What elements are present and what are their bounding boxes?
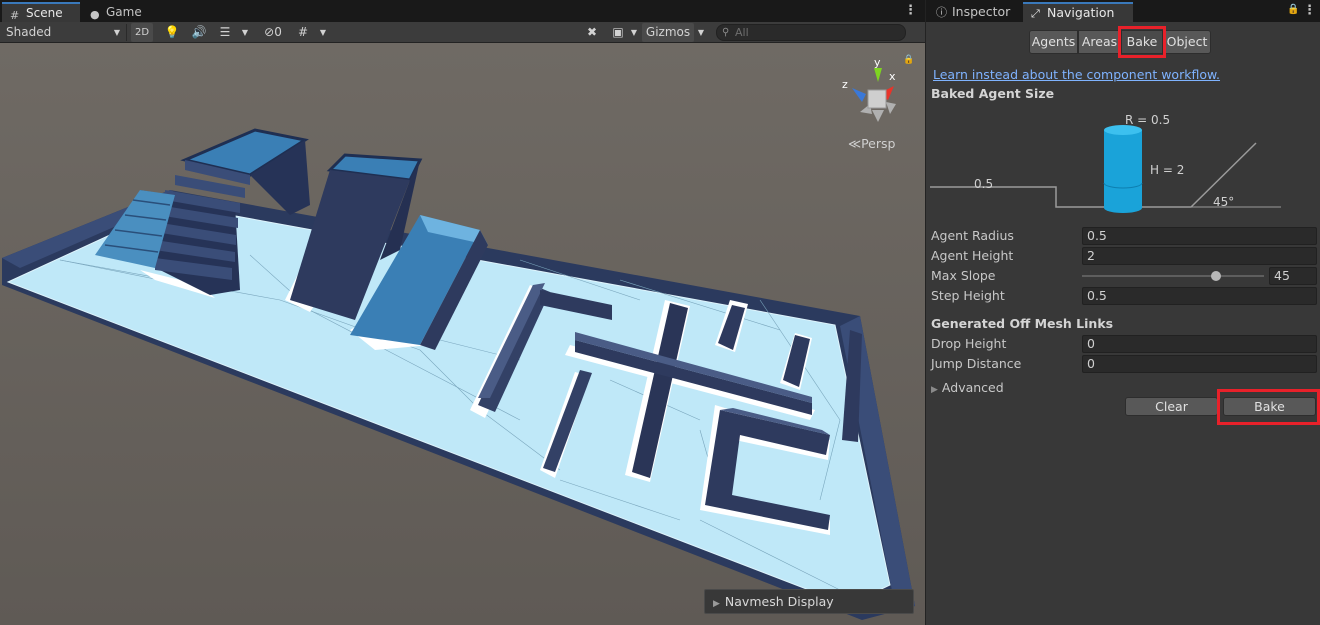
- orientation-gizmo[interactable]: y x z: [836, 56, 916, 138]
- slider-track: [1082, 275, 1264, 277]
- eye-slash-icon: ⊘: [264, 25, 275, 39]
- agent-diagram-graphic: [930, 125, 1281, 213]
- projection-toggle[interactable]: ≪Persp: [848, 136, 895, 151]
- jump-distance-label: Jump Distance: [931, 356, 1022, 371]
- info-icon: ⓘ: [936, 6, 947, 19]
- axis-z-label: z: [842, 78, 848, 91]
- section-areas[interactable]: Areas: [1078, 30, 1121, 54]
- max-slope-label: Max Slope: [931, 268, 996, 283]
- navigation-panel: ⓘ Inspector ⤢ Navigation 🔒 ⋮ Agents Area…: [925, 0, 1320, 625]
- lighting-icon[interactable]: 💡: [162, 23, 182, 42]
- off-mesh-links-title: Generated Off Mesh Links: [931, 316, 1114, 331]
- tab-game[interactable]: ● Game: [82, 2, 152, 22]
- camera-dropdown-icon[interactable]: ▼: [628, 23, 640, 42]
- tab-game-label: Game: [106, 5, 142, 19]
- jump-distance-field[interactable]: 0: [1082, 355, 1317, 373]
- tab-navigation[interactable]: ⤢ Navigation: [1023, 2, 1133, 22]
- step-height-field[interactable]: 0.5: [1082, 287, 1317, 305]
- slope-label: 45°: [1213, 195, 1235, 209]
- agent-radius-field[interactable]: 0.5: [1082, 227, 1317, 245]
- toggle-2d-button[interactable]: 2D: [131, 23, 153, 42]
- drop-height-field[interactable]: 0: [1082, 335, 1317, 353]
- gizmos-dropdown-icon[interactable]: ▼: [694, 23, 708, 42]
- effects-dropdown-icon[interactable]: ▼: [238, 23, 252, 42]
- search-icon: ⚲: [722, 27, 730, 38]
- chevron-down-icon: ▼: [113, 28, 120, 37]
- section-agents[interactable]: Agents: [1029, 30, 1078, 54]
- clear-button[interactable]: Clear: [1125, 397, 1218, 416]
- tab-scene-label: Scene: [26, 6, 63, 20]
- shading-mode-label: Shaded: [6, 25, 52, 39]
- advanced-foldout[interactable]: ▶ Advanced: [931, 380, 1004, 395]
- grid-dropdown-icon[interactable]: ▼: [316, 23, 330, 42]
- scene-menu-icon[interactable]: ⋮: [904, 4, 917, 18]
- radius-label: R = 0.5: [1125, 113, 1171, 127]
- audio-icon[interactable]: 🔊: [189, 23, 209, 42]
- tools-icon[interactable]: ✖: [582, 23, 602, 42]
- workflow-link[interactable]: Learn instead about the component workfl…: [933, 67, 1220, 82]
- search-placeholder: All: [735, 26, 749, 39]
- tab-inspector[interactable]: ⓘ Inspector: [928, 2, 1022, 22]
- expand-arrow-icon: ▶: [713, 599, 720, 609]
- step-label: 0.5: [974, 177, 994, 191]
- max-slope-slider[interactable]: [1082, 267, 1264, 285]
- gizmos-button[interactable]: Gizmos: [642, 23, 694, 42]
- grid-snap-icon[interactable]: #: [294, 23, 312, 42]
- persp-icon: ≪: [848, 136, 862, 151]
- height-label: H = 2: [1150, 163, 1185, 177]
- lock-icon[interactable]: 🔒: [1287, 4, 1299, 15]
- step-height-label: Step Height: [931, 288, 1005, 303]
- tab-scene[interactable]: # Scene: [2, 2, 80, 22]
- agent-radius-label: Agent Radius: [931, 228, 1014, 243]
- tab-inspector-label: Inspector: [952, 4, 1011, 19]
- advanced-label: Advanced: [941, 380, 1004, 395]
- tab-navigation-label: Navigation: [1047, 5, 1115, 20]
- scene-toolbar: Shaded ▼ 2D 💡 🔊 ☰ ▼ ⊘0 # ▼ ✖ ▣ ▼ Gizmos …: [0, 22, 925, 43]
- section-object[interactable]: Object: [1163, 30, 1211, 54]
- effects-icon[interactable]: ☰: [214, 23, 236, 42]
- baked-agent-size-title: Baked Agent Size: [931, 86, 1055, 101]
- navmesh-display-overlay[interactable]: ▶ Navmesh Display: [704, 589, 914, 614]
- max-slope-field[interactable]: 45: [1269, 267, 1317, 285]
- foldout-arrow-icon: ▶: [931, 385, 938, 395]
- scene-tabbar: # Scene ● Game ⋮: [0, 0, 925, 22]
- projection-label: Persp: [861, 136, 896, 151]
- drop-height-label: Drop Height: [931, 336, 1007, 351]
- navmesh-display-label: Navmesh Display: [724, 594, 834, 609]
- agent-size-diagram: R = 0.5 H = 2 0.5 45°: [926, 105, 1320, 220]
- scene-visibility-button[interactable]: ⊘0: [258, 23, 288, 42]
- slider-thumb[interactable]: [1211, 271, 1221, 281]
- agent-height-label: Agent Height: [931, 248, 1014, 263]
- panel-menu-icon[interactable]: ⋮: [1303, 4, 1316, 18]
- agent-height-field[interactable]: 2: [1082, 247, 1317, 265]
- axis-x-label: x: [889, 70, 896, 83]
- bake-tab-highlight: [1118, 26, 1166, 58]
- navigation-tabbar: ⓘ Inspector ⤢ Navigation 🔒 ⋮: [926, 0, 1320, 22]
- lock-icon[interactable]: 🔒: [903, 55, 914, 65]
- scene-search-input[interactable]: ⚲ All: [716, 24, 906, 41]
- shading-mode-dropdown[interactable]: Shaded ▼: [6, 23, 124, 42]
- scene-render: [0, 43, 925, 625]
- axis-gizmo-graphic: [852, 68, 896, 122]
- camera-icon[interactable]: ▣: [608, 23, 628, 42]
- hidden-count: 0: [274, 25, 282, 39]
- scene-panel: # Scene ● Game ⋮ Shaded ▼ 2D 💡 🔊 ☰ ▼ ⊘0 …: [0, 0, 925, 625]
- axis-y-label: y: [874, 56, 881, 69]
- bake-button-highlight: [1217, 389, 1320, 425]
- scene-viewport[interactable]: y x z 🔒 ≪Persp ▶ Navmesh Display: [0, 43, 925, 625]
- navigation-icon: ⤢: [1031, 7, 1040, 20]
